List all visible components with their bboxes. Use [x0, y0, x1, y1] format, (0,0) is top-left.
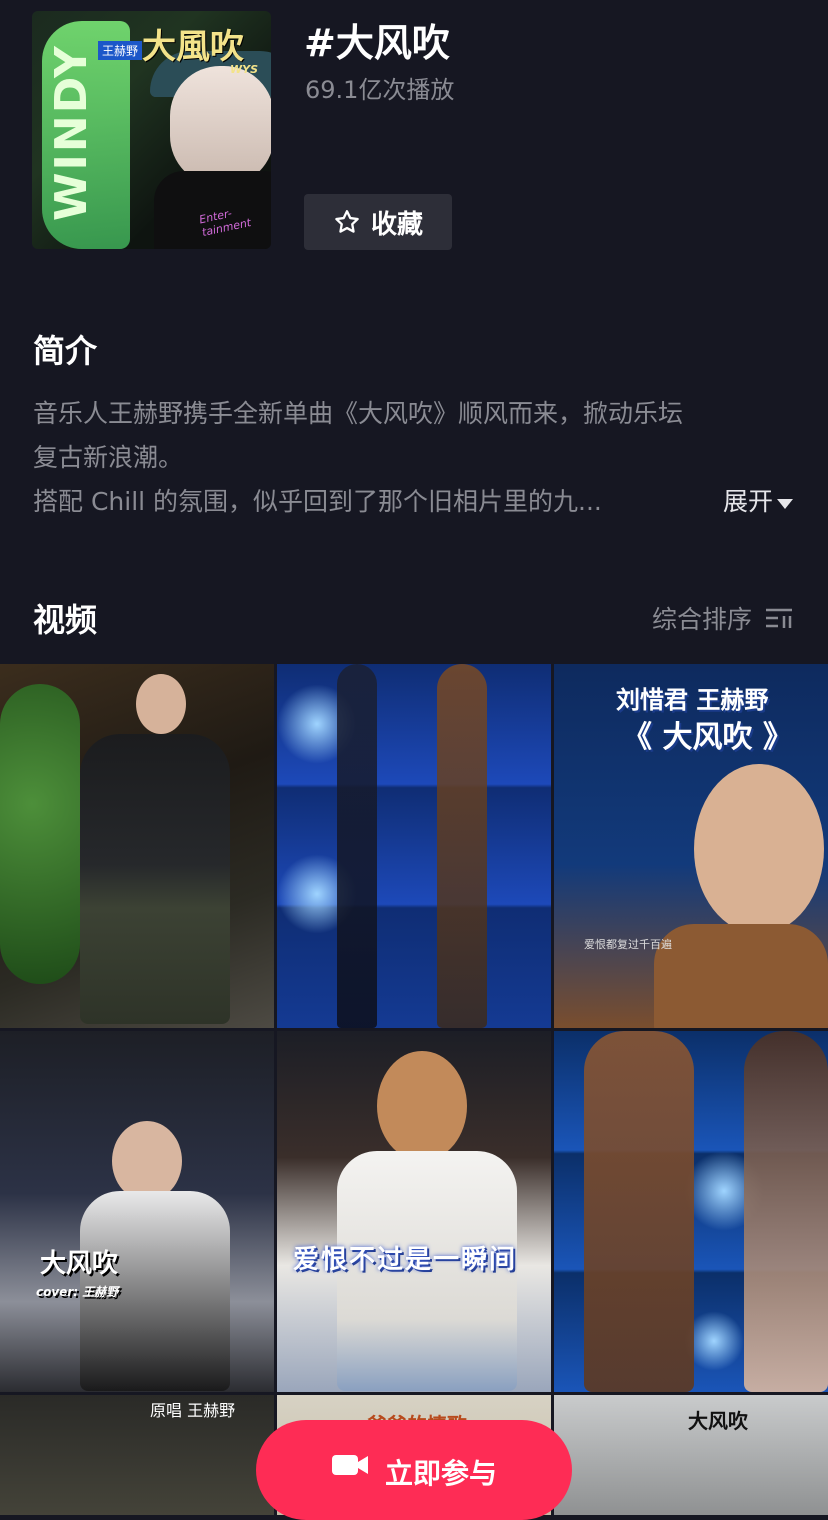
topic-cover-image: WINDY 大風吹 王赫野 WYS Enter-tainment [32, 11, 271, 249]
favorite-button[interactable]: 收藏 [304, 194, 452, 250]
video-caption: 爱恨不过是一瞬间 [293, 1245, 518, 1275]
video-person [654, 924, 828, 1028]
sort-label: 综合排序 [651, 605, 752, 634]
video-tile-2[interactable] [277, 664, 551, 1028]
cover-windy-text: WINDY [46, 44, 97, 221]
video-tile-5[interactable]: 爱恨不过是一瞬间 [277, 1031, 551, 1392]
video-person [337, 664, 377, 1028]
video-caption: 大风吹 [688, 1409, 748, 1433]
expand-label: 展开 [722, 487, 773, 516]
sort-button[interactable]: 综合排序 [652, 600, 794, 636]
topic-title: #大风吹 [304, 21, 450, 65]
caret-down-icon [777, 499, 793, 509]
video-person-head [377, 1051, 467, 1161]
video-camera-icon [331, 1455, 368, 1475]
cover-wys-text: WYS [230, 63, 259, 76]
intro-title: 简介 [33, 332, 98, 370]
video-person [584, 1031, 694, 1392]
video-tile-6[interactable] [554, 1031, 828, 1392]
video-caption: cover: 王赫野 [36, 1285, 119, 1299]
cover-artist-text: 王赫野 [98, 41, 143, 60]
video-caption: 爱恨都复过千百遍 [584, 938, 672, 951]
intro-line-2: 复古新浪潮。 [33, 443, 184, 472]
videos-title: 视频 [33, 601, 98, 639]
join-now-label: 立即参与 [384, 1457, 497, 1490]
video-tile-1[interactable] [0, 664, 274, 1028]
video-tile-7[interactable]: 原唱 王赫野 [0, 1395, 274, 1515]
cover-face [170, 66, 271, 186]
video-person-head [136, 674, 186, 734]
star-icon [335, 210, 359, 233]
intro-description: 音乐人王赫野携手全新单曲《大风吹》顺风而来，掀动乐坛 复古新浪潮。 搭配 Chi… [33, 392, 793, 524]
video-caption: 《 大风吹 》 [622, 720, 793, 755]
video-person-head [112, 1121, 182, 1201]
expand-button[interactable]: 展开 [723, 480, 793, 524]
intro-line-3: 搭配 Chill 的氛围，似乎回到了那个旧相片里的九... [33, 487, 602, 516]
plant-decoration [0, 684, 80, 984]
video-person [437, 664, 487, 1028]
video-person [80, 734, 230, 1024]
video-tile-3[interactable]: 刘惜君 王赫野 《 大风吹 》 爱恨都复过千百遍 [554, 664, 828, 1028]
video-caption: 刘惜君 王赫野 [616, 686, 769, 714]
cover-song-text: 大風吹 [142, 27, 244, 67]
video-caption: 原唱 王赫野 [150, 1401, 236, 1420]
video-tile-9[interactable]: 大风吹 [554, 1395, 828, 1515]
video-tile-4[interactable]: 大风吹 cover: 王赫野 [0, 1031, 274, 1392]
play-count: 69.1亿次播放 [305, 76, 455, 104]
sort-icon [766, 608, 792, 628]
video-person-head [694, 764, 824, 934]
intro-line-1: 音乐人王赫野携手全新单曲《大风吹》顺风而来，掀动乐坛 [33, 399, 684, 428]
favorite-label: 收藏 [370, 209, 423, 240]
join-now-button[interactable]: 立即参与 [256, 1420, 572, 1520]
video-caption: 大风吹 [40, 1249, 119, 1279]
video-person [744, 1031, 828, 1392]
